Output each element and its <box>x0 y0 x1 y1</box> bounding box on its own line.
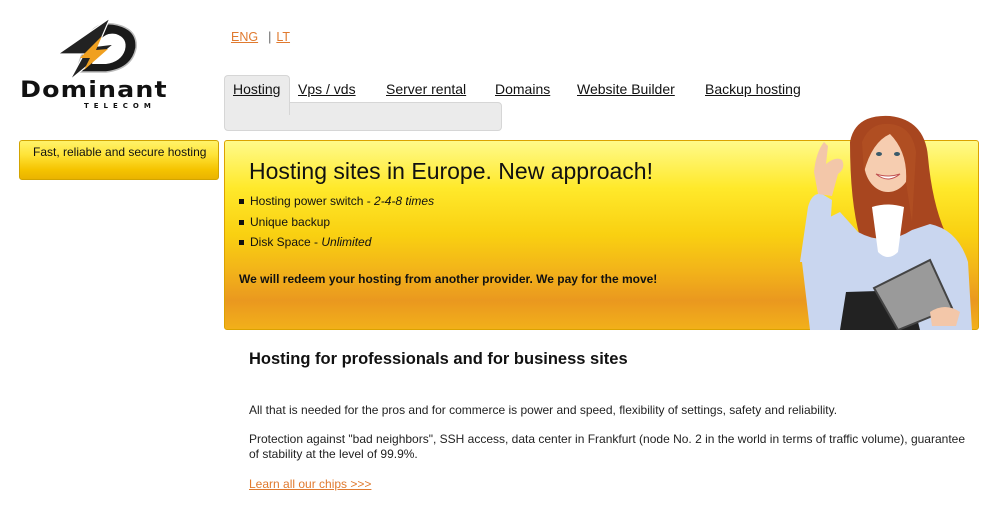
feature-item: Hosting power switch - 2-4-8 times <box>239 194 434 215</box>
main-content: Hosting for professionals and for busine… <box>249 350 969 493</box>
language-switcher: ENG | LT <box>231 30 290 44</box>
intro-paragraph: All that is needed for the pros and for … <box>249 403 838 417</box>
nav-tab-domains[interactable]: Domains <box>495 81 550 97</box>
bullet-icon <box>239 219 244 225</box>
nav-tab-hosting[interactable]: Hosting <box>233 81 280 97</box>
banner-promo-text: We will redeem your hosting from another… <box>239 272 658 286</box>
lang-eng-link[interactable]: ENG <box>231 30 258 44</box>
feature-item: Disk Space - Unlimited <box>239 235 434 256</box>
lang-separator: | <box>268 30 272 44</box>
feature-item: Unique backup <box>239 215 434 236</box>
section-heading: Hosting for professionals and for busine… <box>249 350 628 368</box>
nav-tab-backup-hosting[interactable]: Backup hosting <box>705 81 801 97</box>
nav-tab-server-rental[interactable]: Server rental <box>386 81 466 97</box>
logo[interactable]: Dominant TELECOM <box>18 14 183 114</box>
features-paragraph: Protection against "bad neighbors", SSH … <box>249 432 965 461</box>
feature-list: Hosting power switch - 2-4-8 times Uniqu… <box>239 194 434 256</box>
lang-lt-link[interactable]: LT <box>276 30 290 44</box>
sidebar-promo-button[interactable]: Fast, reliable and secure hosting <box>19 140 219 180</box>
bullet-icon <box>239 199 244 204</box>
nav-tab-website-builder[interactable]: Website Builder <box>577 81 675 97</box>
woman-with-tablet-image <box>800 115 972 330</box>
logo-wordmark: Dominant <box>20 78 168 103</box>
logo-subtitle: TELECOM <box>84 102 156 110</box>
logo-emblem-icon <box>56 16 137 81</box>
nav-tab-vps-vds[interactable]: Vps / vds <box>298 81 356 97</box>
bullet-icon <box>239 240 244 245</box>
banner-title: Hosting sites in Europe. New approach! <box>249 158 653 184</box>
learn-more-link[interactable]: Learn all our chips >>> <box>249 477 371 491</box>
